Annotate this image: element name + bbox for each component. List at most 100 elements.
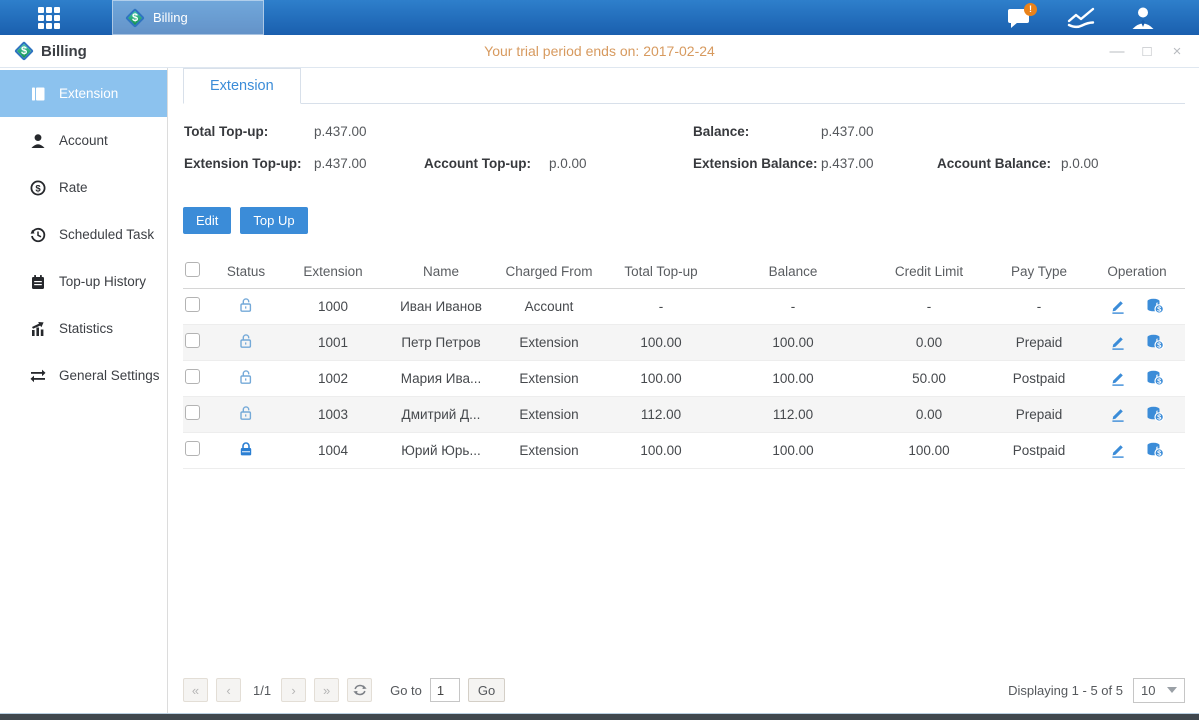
cell-credit-limit: - bbox=[869, 288, 989, 324]
cell-total-topup: 100.00 bbox=[605, 360, 717, 396]
app-tab-label: Billing bbox=[153, 10, 188, 25]
edit-row-icon[interactable] bbox=[1110, 334, 1126, 350]
column-header-name: Name bbox=[389, 255, 493, 288]
next-page-button[interactable]: › bbox=[281, 678, 306, 702]
cell-credit-limit: 50.00 bbox=[869, 360, 989, 396]
extension-topup-value: p.437.00 bbox=[314, 156, 367, 171]
extension-topup-label: Extension Top-up: bbox=[184, 156, 302, 171]
cell-credit-limit: 100.00 bbox=[869, 432, 989, 468]
maximize-icon[interactable]: □ bbox=[1139, 44, 1155, 60]
edit-row-icon[interactable] bbox=[1110, 442, 1126, 458]
edit-button[interactable]: Edit bbox=[183, 207, 231, 234]
cell-name: Петр Петров bbox=[389, 324, 493, 360]
goto-label: Go to bbox=[390, 683, 422, 698]
sidebar-item-scheduled-task[interactable]: Scheduled Task bbox=[0, 211, 167, 258]
select-all-checkbox[interactable] bbox=[185, 262, 200, 277]
top-up-row-icon[interactable]: $ bbox=[1146, 406, 1164, 422]
table-row: 1001 Петр Петров Extension 100.00 100.00… bbox=[183, 324, 1185, 360]
last-page-button[interactable]: » bbox=[314, 678, 339, 702]
cell-name: Иван Иванов bbox=[389, 288, 493, 324]
cell-charged-from: Extension bbox=[493, 396, 605, 432]
extension-balance-value: p.437.00 bbox=[821, 156, 874, 171]
tab-extension[interactable]: Extension bbox=[183, 68, 301, 104]
table-row: 1004 Юрий Юрь... Extension 100.00 100.00… bbox=[183, 432, 1185, 468]
cell-total-topup: 100.00 bbox=[605, 324, 717, 360]
row-checkbox[interactable] bbox=[185, 333, 200, 348]
account-topup-label: Account Top-up: bbox=[424, 156, 531, 171]
top-up-row-icon[interactable]: $ bbox=[1146, 442, 1164, 458]
notification-badge: ! bbox=[1024, 3, 1037, 16]
column-header-credit-limit: Credit Limit bbox=[869, 255, 989, 288]
minimize-icon[interactable]: — bbox=[1109, 44, 1125, 60]
close-icon[interactable]: × bbox=[1169, 44, 1185, 60]
page-size-select[interactable]: 10 bbox=[1133, 678, 1185, 703]
top-up-row-icon[interactable]: $ bbox=[1146, 334, 1164, 350]
sidebar-item-rate[interactable]: $ Rate bbox=[0, 164, 167, 211]
edit-row-icon[interactable] bbox=[1110, 298, 1126, 314]
sidebar-item-label: Rate bbox=[59, 180, 88, 195]
statistics-bars-icon bbox=[30, 321, 46, 337]
refresh-button[interactable] bbox=[347, 678, 372, 702]
table-row: 1000 Иван Иванов Account - - - - bbox=[183, 288, 1185, 324]
row-checkbox[interactable] bbox=[185, 369, 200, 384]
cell-credit-limit: 0.00 bbox=[869, 396, 989, 432]
top-up-row-icon[interactable]: $ bbox=[1146, 298, 1164, 314]
cell-extension: 1003 bbox=[277, 396, 389, 432]
tabstrip: Extension bbox=[183, 68, 1185, 104]
row-checkbox[interactable] bbox=[185, 297, 200, 312]
account-person-icon bbox=[30, 133, 46, 149]
top-up-row-icon[interactable]: $ bbox=[1146, 370, 1164, 386]
messages-icon[interactable]: ! bbox=[1003, 5, 1035, 31]
account-balance-value: p.0.00 bbox=[1061, 156, 1099, 171]
column-header-balance: Balance bbox=[717, 255, 869, 288]
apps-grid-icon[interactable] bbox=[38, 7, 66, 29]
app-tab-billing[interactable]: $ Billing bbox=[112, 0, 264, 35]
sidebar-item-account[interactable]: Account bbox=[0, 117, 167, 164]
edit-row-icon[interactable] bbox=[1110, 370, 1126, 386]
cell-balance: 100.00 bbox=[717, 432, 869, 468]
cell-charged-from: Extension bbox=[493, 360, 605, 396]
sidebar-item-extension[interactable]: Extension bbox=[0, 70, 167, 117]
row-checkbox[interactable] bbox=[185, 405, 200, 420]
account-topup-value: p.0.00 bbox=[549, 156, 587, 171]
lock-open-icon bbox=[238, 373, 254, 388]
cell-extension: 1002 bbox=[277, 360, 389, 396]
edit-row-icon[interactable] bbox=[1110, 406, 1126, 422]
user-icon[interactable] bbox=[1127, 5, 1159, 31]
column-header-charged-from: Charged From bbox=[493, 255, 605, 288]
page-indicator: 1/1 bbox=[253, 683, 271, 698]
extension-ledger-icon bbox=[30, 86, 46, 102]
topbar: $ Billing ! bbox=[0, 0, 1199, 35]
cell-pay-type: Prepaid bbox=[989, 324, 1089, 360]
extension-table: Status Extension Name Charged From Total… bbox=[183, 255, 1185, 469]
first-page-button[interactable]: « bbox=[183, 678, 208, 702]
cell-credit-limit: 0.00 bbox=[869, 324, 989, 360]
sidebar-item-statistics[interactable]: Statistics bbox=[0, 305, 167, 352]
prev-page-button[interactable]: ‹ bbox=[216, 678, 241, 702]
sidebar-item-label: Extension bbox=[59, 86, 118, 101]
main-content: Extension Total Top-up: p.437.00 Balance… bbox=[168, 68, 1199, 713]
row-checkbox[interactable] bbox=[185, 441, 200, 456]
cell-total-topup: 100.00 bbox=[605, 432, 717, 468]
top-up-button[interactable]: Top Up bbox=[240, 207, 307, 234]
cell-balance: 100.00 bbox=[717, 324, 869, 360]
trial-notice: Your trial period ends on: 2017-02-24 bbox=[0, 43, 1199, 59]
sidebar-item-general-settings[interactable]: General Settings bbox=[0, 352, 167, 399]
cell-pay-type: Prepaid bbox=[989, 396, 1089, 432]
pagination-bar: « ‹ 1/1 › » Go to Go Displaying 1 - 5 of… bbox=[183, 667, 1185, 713]
cell-charged-from: Account bbox=[493, 288, 605, 324]
svg-text:$: $ bbox=[35, 183, 41, 194]
go-button[interactable]: Go bbox=[468, 678, 505, 702]
cell-name: Юрий Юрь... bbox=[389, 432, 493, 468]
cell-extension: 1000 bbox=[277, 288, 389, 324]
topup-history-notepad-icon bbox=[30, 274, 46, 290]
statistics-chart-icon[interactable] bbox=[1065, 5, 1097, 31]
sidebar-item-topup-history[interactable]: Top-up History bbox=[0, 258, 167, 305]
cell-total-topup: - bbox=[605, 288, 717, 324]
sidebar: Extension Account $ Rate Scheduled Task bbox=[0, 68, 168, 713]
goto-page-input[interactable] bbox=[430, 678, 460, 702]
column-header-status: Status bbox=[215, 255, 277, 288]
column-header-extension: Extension bbox=[277, 255, 389, 288]
lock-open-icon bbox=[238, 409, 254, 424]
refresh-icon bbox=[353, 683, 367, 697]
